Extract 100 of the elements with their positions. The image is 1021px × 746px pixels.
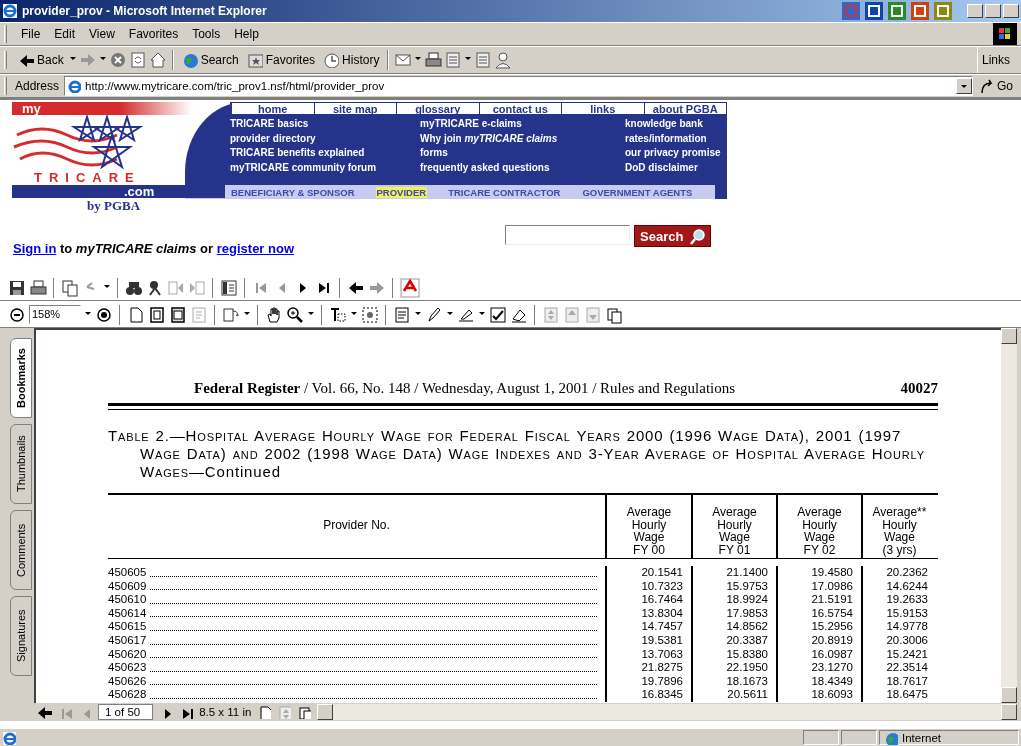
table-cell: 17.9853: [691, 606, 776, 621]
column-header: Average Hourly Wage FY 01: [691, 495, 776, 558]
table-cell: 22.3514: [861, 661, 936, 675]
menu-link[interactable]: frequently asked questions: [420, 160, 625, 175]
adobe-logo-button[interactable]: [400, 277, 420, 298]
side-tab[interactable]: Bookmarks: [10, 338, 32, 418]
history-button[interactable]: History: [320, 50, 383, 70]
refresh-button[interactable]: [128, 51, 147, 69]
zoom-out-button[interactable]: [8, 305, 26, 324]
minimize-button[interactable]: [967, 4, 983, 18]
menu-item[interactable]: Edit: [48, 25, 82, 43]
search-button[interactable]: Search: [634, 225, 712, 247]
hand-tool-button[interactable]: [265, 305, 283, 324]
rotate-button[interactable]: [222, 305, 240, 324]
menu-item[interactable]: Favorites: [122, 25, 185, 43]
menu-link[interactable]: our privacy promise: [625, 146, 721, 161]
menu-link[interactable]: DoD disclaimer: [625, 160, 721, 175]
navigation-pane-button[interactable]: [220, 278, 238, 297]
nav-link[interactable]: glossary: [396, 103, 479, 114]
home-button[interactable]: [148, 51, 167, 69]
menu-link[interactable]: Why join myTRICARE claims: [420, 131, 625, 146]
menu-link[interactable]: myTRICARE community forum: [230, 160, 420, 175]
table-cell: 19.2633: [861, 593, 936, 607]
spell-check-button[interactable]: [489, 305, 507, 324]
menu-item[interactable]: Tools: [186, 25, 227, 43]
table-cell: 450617: [108, 633, 147, 648]
audience-tab[interactable]: GOVERNMENT AGENTS: [581, 186, 694, 198]
messenger-button[interactable]: [494, 51, 513, 69]
menu-link[interactable]: forms: [420, 146, 625, 161]
arrow-icon: [979, 78, 995, 94]
menu-item[interactable]: File: [15, 25, 47, 43]
vertical-scrollbar[interactable]: [1001, 328, 1017, 703]
nav-link[interactable]: about PGBA: [643, 103, 726, 114]
menu-link[interactable]: provider directory: [230, 131, 420, 146]
nav-link[interactable]: contact us: [478, 103, 561, 114]
side-tab[interactable]: Thumbnails: [10, 424, 32, 504]
zoom-field[interactable]: 158%: [29, 305, 81, 324]
zoom-tool-button[interactable]: [286, 305, 304, 324]
side-tab[interactable]: Signatures: [10, 596, 32, 676]
back-button[interactable]: Back: [15, 50, 67, 70]
favorites-button[interactable]: Favorites: [243, 50, 319, 70]
fit-page-button[interactable]: [148, 305, 166, 324]
windows-logo-icon: [993, 23, 1017, 45]
dropdown-button[interactable]: [956, 78, 972, 94]
side-tab[interactable]: Comments: [10, 510, 32, 590]
audience-tab[interactable]: TRICARE CONTRACTOR: [447, 186, 562, 198]
register-link[interactable]: register now: [216, 241, 295, 256]
search-button[interactable]: Search: [178, 50, 242, 70]
app-shortcut-icon[interactable]: [864, 1, 884, 21]
menu-link[interactable]: myTRICARE e-claims: [420, 117, 625, 132]
audience-tab[interactable]: BENEFICIARY & SPONSOR: [230, 186, 356, 198]
table-cell: 19.4580: [776, 566, 861, 580]
search-field[interactable]: [505, 225, 630, 245]
logo-byline: by PGBA: [86, 198, 142, 214]
actual-size-button[interactable]: [127, 305, 145, 324]
text-select-button[interactable]: [329, 305, 347, 324]
nav-link[interactable]: links: [561, 103, 644, 114]
app-shortcut-icon[interactable]: [933, 1, 953, 21]
address-field[interactable]: http://www.mytricare.com/tric_prov1.nsf/html/provider_prov: [64, 76, 973, 96]
links-button[interactable]: Links: [977, 47, 1017, 73]
stop-button[interactable]: [108, 51, 127, 69]
horizontal-scrollbar[interactable]: [317, 704, 1017, 720]
menu-item[interactable]: Help: [228, 25, 265, 43]
split-button[interactable]: [36, 704, 52, 720]
close-button[interactable]: [1003, 4, 1019, 18]
zone-label: Internet: [902, 731, 941, 744]
print-button[interactable]: [29, 278, 47, 297]
facing-pages-button[interactable]: [297, 705, 312, 719]
menu-link[interactable]: rates/information: [625, 131, 721, 146]
print-button[interactable]: [424, 51, 443, 69]
zoom-in-button[interactable]: [95, 305, 113, 324]
table-cell: 10.7323: [605, 579, 691, 594]
nav-link[interactable]: home: [231, 103, 314, 114]
table-cell: 450609: [108, 579, 147, 594]
graphics-select-button[interactable]: [361, 305, 379, 324]
copy-button[interactable]: [61, 278, 79, 297]
pages-button[interactable]: [605, 305, 623, 324]
sign-in-link[interactable]: Sign in: [13, 241, 57, 256]
column-header: Average** Hourly Wage (3 yrs): [861, 495, 936, 558]
audience-tab[interactable]: PROVIDER: [375, 186, 428, 198]
app-shortcut-icon[interactable]: [910, 1, 930, 21]
menu-link[interactable]: knowledge bank: [625, 117, 721, 132]
app-shortcut-icon[interactable]: [887, 1, 907, 21]
single-page-button[interactable]: [257, 705, 272, 719]
restore-button[interactable]: [985, 4, 1001, 18]
save-button[interactable]: [8, 278, 26, 297]
go-button[interactable]: Go: [975, 78, 1017, 94]
menu-item[interactable]: View: [83, 25, 121, 43]
page-number-field[interactable]: 1 of 50: [98, 704, 154, 720]
table-cell: 16.5754: [776, 606, 861, 621]
pencil-tool-button[interactable]: [425, 305, 443, 324]
nav-link[interactable]: site map: [313, 103, 396, 114]
find-next-button[interactable]: [146, 278, 164, 297]
note-tool-button[interactable]: [393, 305, 411, 324]
window-title: provider_prov - Microsoft Internet Explorer: [22, 4, 268, 18]
menu-link[interactable]: TRICARE basics: [230, 117, 420, 132]
menu-link[interactable]: TRICARE benefits explained: [230, 146, 420, 161]
table-cell: 450626: [108, 674, 147, 689]
fit-width-button[interactable]: [169, 305, 187, 324]
mail-button[interactable]: [394, 51, 413, 69]
